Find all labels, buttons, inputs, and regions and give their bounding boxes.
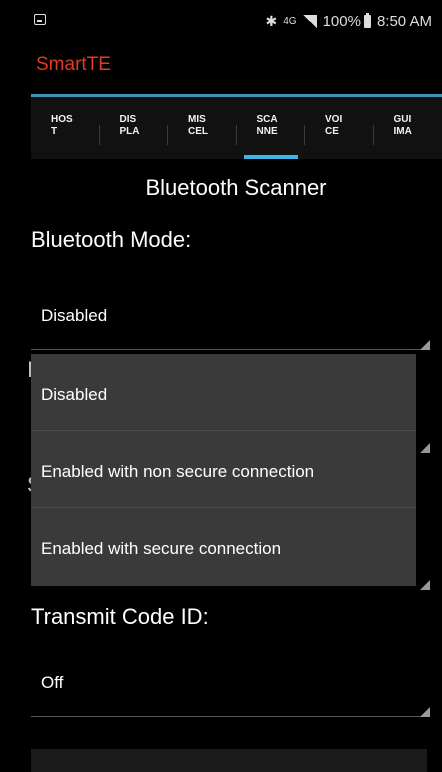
tab-label: GUI [393,114,412,125]
spinner-arrow-icon [420,580,430,590]
tab-host[interactable]: HOS T [31,97,100,159]
tab-label: IMA [393,126,412,137]
tab-label: DIS [119,114,137,125]
spinner-arrow-icon [420,443,430,453]
tab-scanner[interactable]: SCA NNE [237,97,305,159]
spinner-underline [31,349,429,350]
bluetooth-icon: ✱ [265,12,278,29]
signal-icon [302,14,317,28]
status-bar: ✱ 4G 100% 8:50 AM [0,0,442,46]
tab-label: CE [325,126,339,137]
spinner-arrow-icon [420,340,430,350]
lte-icon: 4G [283,15,297,27]
battery-icon [363,12,371,28]
spinner-underline [31,716,429,717]
tab-display[interactable]: DIS PLA [100,97,168,159]
tab-label: VOI [325,114,343,125]
tab-miscellaneous[interactable]: MIS CEL [168,97,237,159]
tab-label: MIS [188,114,206,125]
option-label: Disabled [41,385,108,404]
option-label: Enabled with secure connection [41,539,282,558]
tab-label: CEL [188,126,208,137]
option-label: Enabled with non secure connection [41,462,315,481]
transmit-code-id-value: Off [41,673,64,692]
tab-label: SCA [256,114,278,125]
dropdown-option-secure[interactable]: Enabled with secure connection [31,508,416,585]
next-field-spinner[interactable] [31,749,427,772]
notification-icon [34,14,46,25]
tab-label: HOS [51,114,73,125]
section-title: Bluetooth Scanner [145,175,327,200]
bluetooth-mode-value: Disabled [41,306,108,325]
bluetooth-mode-dropdown: Disabled Enabled with non secure connect… [31,354,416,586]
clock: 8:50 AM [376,12,432,30]
tab-label: PLA [119,126,140,137]
tab-voice[interactable]: VOI CE [305,97,374,159]
transmit-code-id-label: Transmit Code ID: [31,604,209,629]
app-title: SmartTE [36,54,111,75]
tab-bar: HOS T DIS PLA MIS CEL SCA NNE VOI CE GUI… [31,97,442,159]
battery-percent: 100% [322,12,361,30]
tab-label: NNE [256,126,278,137]
transmit-code-id-spinner[interactable]: Off [31,657,430,717]
status-icons: ✱ 4G 100% 8:50 AM [265,11,432,31]
bluetooth-mode-spinner[interactable]: Disabled [31,290,430,350]
dropdown-option-disabled[interactable]: Disabled [31,354,416,431]
action-bar: SmartTE [0,46,442,94]
tab-label: T [51,126,58,137]
spinner-arrow-icon [420,707,430,717]
tab-guima[interactable]: GUI IMA [374,97,442,159]
dropdown-option-non-secure[interactable]: Enabled with non secure connection [31,431,416,508]
bluetooth-mode-label: Bluetooth Mode: [31,227,192,252]
